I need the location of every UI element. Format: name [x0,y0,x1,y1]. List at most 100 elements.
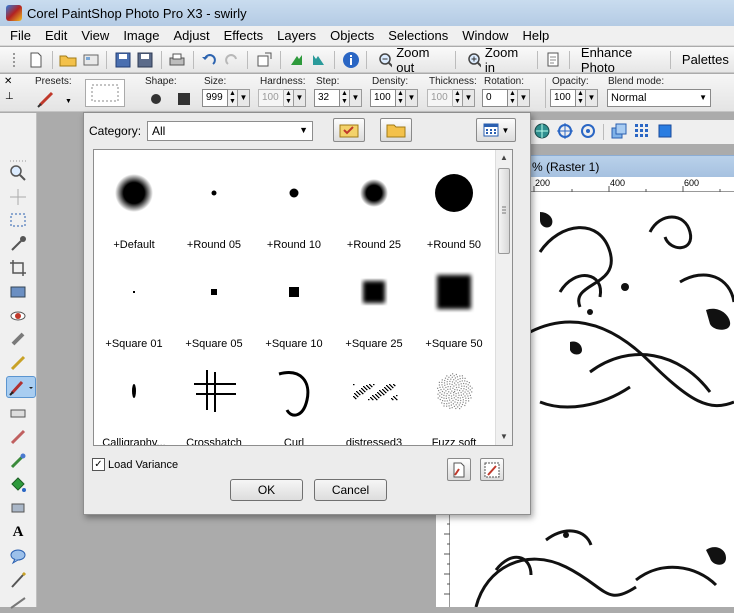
brush-item[interactable]: Fuzz soft [414,351,494,445]
arrow-teal-icon[interactable] [309,49,328,71]
menu-window[interactable]: Window [455,28,515,43]
straighten-tool-icon[interactable] [8,282,28,302]
menu-objects[interactable]: Objects [323,28,381,43]
red-eye-tool-icon[interactable] [8,306,28,326]
step-value[interactable]: 32 [314,89,340,107]
new-file-icon[interactable] [26,49,45,71]
print-icon[interactable] [168,49,187,71]
resize-icon[interactable] [254,49,273,71]
menu-view[interactable]: View [74,28,116,43]
density-dropdown-icon[interactable]: ▼ [406,89,418,107]
brush-item[interactable]: +Round 25 [334,153,414,253]
size-spinner[interactable]: ▲ ▼ [228,89,238,107]
thickness-spinner[interactable]: ▲ ▼ [453,89,463,107]
opacity-dropdown-icon[interactable]: ▼ [586,89,598,107]
circle-target-icon[interactable] [580,123,596,142]
opacity-value[interactable]: 100 [550,89,576,107]
size-field[interactable]: 999 ▲ ▼ ▼ [202,89,250,107]
enhance-photo-button[interactable]: Enhance Photo [576,45,664,75]
density-field[interactable]: 100 ▲ ▼ ▼ [370,89,418,107]
warp-tool-icon[interactable] [8,593,28,613]
cancel-button[interactable]: Cancel [314,479,387,501]
hardness-field[interactable]: 100 ▲ ▼ ▼ [258,89,306,107]
brush-item[interactable]: +Square 50 [414,252,494,352]
palettes-button[interactable]: Palettes [677,49,734,71]
opacity-field[interactable]: 100 ▲ ▼ ▼ [550,89,598,107]
menu-help[interactable]: Help [515,28,556,43]
step-spinner[interactable]: ▲ ▼ [340,89,350,107]
brush-item[interactable]: +Default [94,153,174,253]
brush-item[interactable]: +Square 05 [174,252,254,352]
size-value[interactable]: 999 [202,89,228,107]
menu-adjust[interactable]: Adjust [166,28,216,43]
layers-icon[interactable] [611,123,627,142]
pen-tool-icon[interactable] [8,570,28,590]
brush-item[interactable]: +Square 10 [254,252,334,352]
rotation-spinner[interactable]: ▲ ▼ [508,89,518,107]
paint-brush-tool-icon[interactable] [6,376,36,398]
grid-icon[interactable] [634,123,650,142]
pin-icon[interactable]: ⊥ [5,91,14,102]
menu-layers[interactable]: Layers [270,28,323,43]
preset-shape-icon[interactable] [8,546,28,566]
menu-effects[interactable]: Effects [217,28,271,43]
resource-folder-button[interactable] [380,118,412,142]
view-options-button[interactable]: ▼ [476,118,516,142]
open-folder-icon[interactable] [59,49,78,71]
brush-item[interactable]: distressed3 [334,351,414,445]
thickness-dropdown-icon[interactable]: ▼ [463,89,475,107]
lower-image-window[interactable] [436,510,734,607]
edit-categories-button[interactable] [333,118,365,142]
eraser-tool-icon[interactable] [8,403,28,423]
info-icon[interactable] [341,49,360,71]
scroll-thumb[interactable] [498,168,510,254]
brush-item[interactable]: +Round 05 [174,153,254,253]
edit-brush-button[interactable] [480,458,504,481]
ok-button[interactable]: OK [230,479,303,501]
menu-edit[interactable]: Edit [38,28,74,43]
menu-selections[interactable]: Selections [381,28,455,43]
zoom-in-button[interactable]: Zoom in [462,45,531,75]
step-dropdown-icon[interactable]: ▼ [350,89,362,107]
redo-icon[interactable] [222,49,241,71]
load-variance-checkbox[interactable]: ✓ [92,458,105,471]
density-spinner[interactable]: ▲ ▼ [396,89,406,107]
blend-mode-select[interactable]: Normal ▼ [607,89,711,107]
thickness-value[interactable]: 100 [427,89,453,107]
arrow-green-icon[interactable] [287,49,306,71]
scroll-down-icon[interactable]: ▼ [496,429,512,445]
shape-square-button[interactable] [176,92,192,106]
zoom-tool-icon[interactable] [8,163,28,183]
brush-item[interactable]: Curl [254,351,334,445]
globe-icon[interactable] [534,123,550,142]
brush-item[interactable]: +Round 10 [254,153,334,253]
rotation-value[interactable]: 0 [482,89,508,107]
dodge-tool-icon[interactable] [8,427,28,447]
menu-image[interactable]: Image [116,28,166,43]
rotation-field[interactable]: 0 ▲ ▼ ▼ [482,89,530,107]
move-tool-icon[interactable] [8,187,28,207]
brush-item[interactable]: +Square 01 [94,252,174,352]
undo-icon[interactable] [200,49,219,71]
scrollbar[interactable]: ▲ ▼ [495,150,512,445]
brush-item[interactable]: +Square 25 [334,252,414,352]
document-icon[interactable] [544,49,563,71]
hardness-dropdown-icon[interactable]: ▼ [294,89,306,107]
presets-dropdown-icon[interactable]: ▼ [65,98,72,105]
brush-tip-button[interactable] [85,79,125,107]
browse-icon[interactable] [81,49,100,71]
zoom-out-button[interactable]: Zoom out [373,45,449,75]
scratch-remover-icon[interactable] [8,353,28,373]
fill-tool-icon[interactable] [8,475,28,495]
step-field[interactable]: 32 ▲ ▼ ▼ [314,89,362,107]
scroll-up-icon[interactable]: ▲ [496,150,512,166]
blend-mode-value[interactable]: Normal ▼ [607,89,711,107]
shape-round-button[interactable] [148,92,164,106]
text-tool-icon[interactable]: A [8,522,28,542]
close-options-icon[interactable]: ✕ [4,76,12,87]
opacity-spinner[interactable]: ▲ ▼ [576,89,586,107]
menu-file[interactable]: File [3,28,38,43]
save-icon[interactable] [113,49,132,71]
clone-tool-icon[interactable] [8,329,28,349]
selection-tool-icon[interactable] [8,210,28,230]
